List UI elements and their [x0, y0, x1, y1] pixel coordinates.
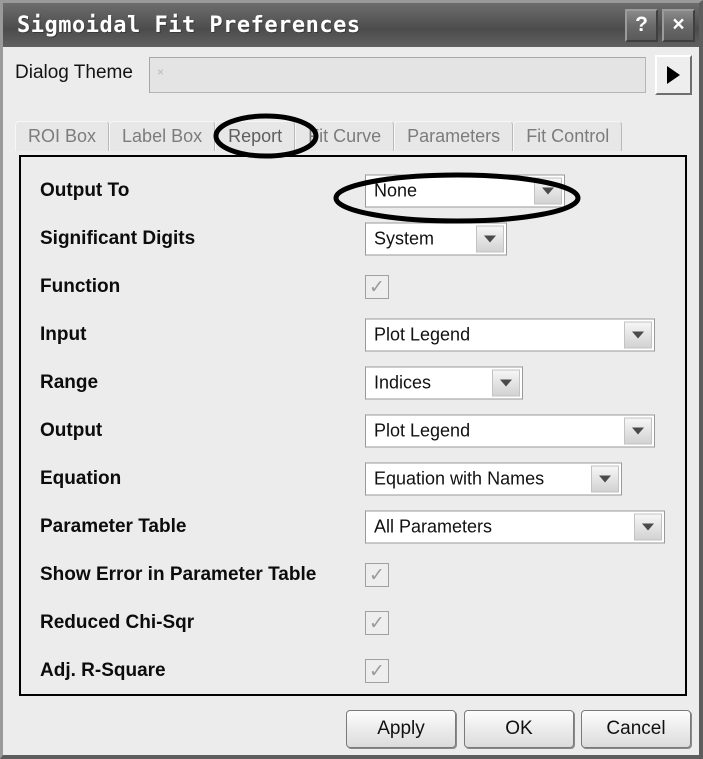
- checkbox-adj-r-square[interactable]: ✓: [365, 659, 389, 683]
- row-label-output: Output: [40, 420, 103, 441]
- chevron-down-icon[interactable]: [624, 321, 652, 349]
- row-label-reduced-chi-sqr: Reduced Chi-Sqr: [40, 612, 195, 633]
- check-icon: ✓: [369, 563, 385, 586]
- chevron-down-glyph: [642, 523, 654, 531]
- combo-value-significant-digits: System: [374, 228, 435, 249]
- row-label-function: Function: [40, 276, 121, 297]
- dialog-theme-expand-button[interactable]: [655, 55, 692, 95]
- row-label-output-to: Output To: [40, 180, 130, 201]
- dialog-theme-label: Dialog Theme: [15, 62, 133, 83]
- row-label-significant-digits: Significant Digits: [40, 228, 196, 249]
- tab-label-box[interactable]: Label Box: [109, 121, 216, 151]
- chevron-down-glyph: [500, 379, 512, 387]
- checkbox-reduced-chi-sqr[interactable]: ✓: [365, 611, 389, 635]
- check-icon: ✓: [369, 275, 385, 298]
- combo-input[interactable]: Plot Legend: [365, 318, 655, 352]
- window-title: Sigmoidal Fit Preferences: [17, 12, 361, 38]
- apply-button[interactable]: Apply: [346, 710, 456, 748]
- chevron-down-icon[interactable]: [492, 369, 520, 397]
- tab-fit-control[interactable]: Fit Control: [513, 121, 623, 151]
- row-label-adj-r-square: Adj. R-Square: [40, 660, 166, 681]
- row-label-show-error-in-parameter-table: Show Error in Parameter Table: [40, 564, 317, 585]
- tab-roi-box[interactable]: ROI Box: [15, 121, 110, 151]
- row-output: Output Plot Legend: [21, 407, 685, 455]
- chevron-down-glyph: [632, 331, 644, 339]
- row-reduced-chi-sqr: Reduced Chi-Sqr ✓: [21, 599, 685, 647]
- play-right-icon: [667, 66, 680, 84]
- combo-equation[interactable]: Equation with Names: [365, 462, 622, 496]
- combo-value-input: Plot Legend: [374, 324, 471, 345]
- preferences-dialog-window: Sigmoidal Fit Preferences ? × Dialog The…: [0, 0, 703, 759]
- title-bar: Sigmoidal Fit Preferences ? ×: [3, 3, 699, 47]
- cancel-button[interactable]: Cancel: [581, 710, 691, 748]
- report-settings-panel: Output To None Significant Digits System Fun…: [19, 155, 687, 696]
- combo-output[interactable]: Plot Legend: [365, 414, 655, 448]
- tab-strip: ROI Box Label Box Report Fit Curve Parameter…: [15, 121, 691, 151]
- close-button[interactable]: ×: [662, 8, 695, 42]
- chevron-down-icon[interactable]: [634, 513, 662, 541]
- row-adj-r-square: Adj. R-Square ✓: [21, 647, 685, 695]
- row-label-parameter-table: Parameter Table: [40, 516, 187, 537]
- combo-parameter-table[interactable]: All Parameters: [365, 510, 665, 544]
- combo-value-output: Plot Legend: [374, 420, 471, 441]
- combo-value-range: Indices: [374, 372, 432, 393]
- row-label-input: Input: [40, 324, 87, 345]
- chevron-down-icon[interactable]: [591, 465, 619, 493]
- chevron-down-glyph: [484, 235, 496, 243]
- row-parameter-table: Parameter Table All Parameters: [21, 503, 685, 551]
- row-label-range: Range: [40, 372, 99, 393]
- check-icon: ✓: [369, 611, 385, 634]
- dialog-footer: Apply OK Cancel: [3, 703, 699, 755]
- combo-output-to[interactable]: None: [365, 174, 565, 208]
- chevron-down-glyph: [542, 187, 554, 195]
- chevron-down-glyph: [632, 427, 644, 435]
- row-equation: Equation Equation with Names: [21, 455, 685, 503]
- combo-value-parameter-table: All Parameters: [374, 516, 493, 537]
- chevron-down-icon[interactable]: [534, 177, 562, 205]
- combo-range[interactable]: Indices: [365, 366, 523, 400]
- checkbox-function[interactable]: ✓: [365, 275, 389, 299]
- row-function: Function ✓: [21, 263, 685, 311]
- combo-value-equation: Equation with Names: [374, 468, 545, 489]
- row-input: Input Plot Legend: [21, 311, 685, 359]
- dialog-theme-input[interactable]: ×: [149, 57, 646, 93]
- combo-value-output-to: None: [374, 180, 418, 201]
- chevron-down-glyph: [599, 475, 611, 483]
- row-show-error-in-parameter-table: Show Error in Parameter Table ✓: [21, 551, 685, 599]
- chevron-down-icon[interactable]: [476, 225, 504, 253]
- row-output-to: Output To None: [21, 167, 685, 215]
- combo-significant-digits[interactable]: System: [365, 222, 507, 256]
- tab-report[interactable]: Report: [215, 121, 296, 151]
- help-button[interactable]: ?: [625, 8, 658, 42]
- row-significant-digits: Significant Digits System: [21, 215, 685, 263]
- dialog-theme-row: Dialog Theme ×: [3, 47, 699, 105]
- row-range: Range Indices: [21, 359, 685, 407]
- ok-button[interactable]: OK: [464, 710, 574, 748]
- tab-parameters[interactable]: Parameters: [394, 121, 514, 151]
- check-icon: ✓: [369, 659, 385, 682]
- row-label-equation: Equation: [40, 468, 122, 489]
- checkbox-show-error-in-parameter-table[interactable]: ✓: [365, 563, 389, 587]
- chevron-down-icon[interactable]: [624, 417, 652, 445]
- tab-fit-curve[interactable]: Fit Curve: [295, 121, 395, 151]
